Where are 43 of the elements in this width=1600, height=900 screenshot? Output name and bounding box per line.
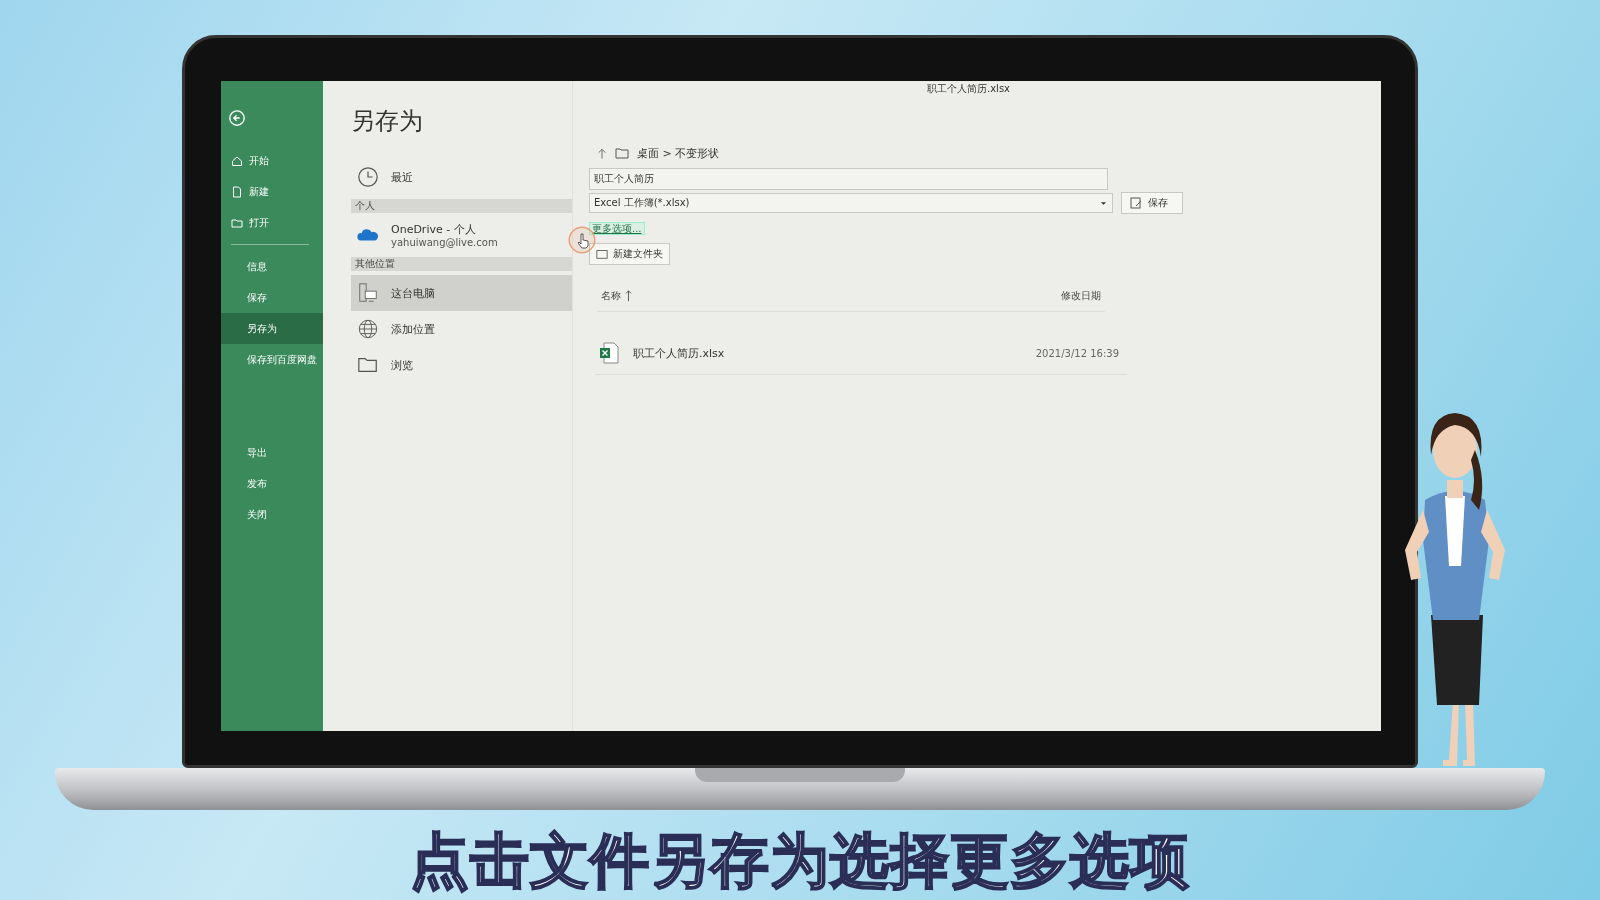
computer-icon — [357, 282, 379, 304]
up-arrow-icon[interactable] — [597, 146, 607, 160]
clock-icon — [357, 166, 379, 188]
breadcrumb[interactable]: 桌面 > 不变形状 — [637, 145, 720, 161]
location-item[interactable]: 最近 — [351, 159, 572, 195]
column-header[interactable]: 名称 — [601, 289, 621, 303]
sidebar-item[interactable]: 信息 — [221, 251, 323, 282]
sidebar-item[interactable]: 保存到百度网盘 — [221, 344, 323, 375]
excel-file-icon — [599, 342, 619, 364]
sidebar-item[interactable]: 保存 — [221, 282, 323, 313]
save-icon — [1130, 197, 1142, 209]
location-item[interactable]: OneDrive - 个人 yahuiwang@live.com — [351, 217, 572, 253]
location-item[interactable]: 这台电脑 — [351, 275, 572, 311]
sidebar-item[interactable]: 新建 — [221, 176, 323, 207]
sidebar-item[interactable]: 关闭 — [221, 499, 323, 530]
sidebar-item[interactable]: 开始 — [221, 145, 323, 176]
file-name-field[interactable]: 职工个人简历 — [589, 168, 1108, 190]
sidebar-item[interactable]: 导出 — [221, 437, 323, 468]
modified-date: 2021/3/12 16:39 — [1035, 347, 1119, 359]
location-item[interactable]: 浏览 — [351, 347, 572, 383]
subtitle: 点击文件另存为选择更多选项 — [410, 825, 1190, 897]
sort-arrow-icon — [625, 290, 632, 302]
more-options-link[interactable]: 更多选项... — [589, 222, 645, 235]
new-folder-button[interactable]: 新建文件夹 — [589, 243, 670, 265]
section-header: 其他位置 — [351, 257, 572, 271]
hand-cursor-icon — [577, 233, 589, 249]
section-header: 个人 — [351, 199, 572, 213]
file-name: 职工个人简历.xlsx — [633, 345, 725, 361]
column-header[interactable]: 修改日期 — [1061, 289, 1101, 303]
window-title: 职工个人简历.xlsx — [926, 82, 1011, 96]
location-item[interactable]: 添加位置 — [351, 311, 572, 347]
dropdown-caret-icon — [1100, 200, 1107, 206]
document-icon — [231, 185, 243, 198]
page-title: 另存为 — [351, 106, 424, 137]
globe-icon — [357, 318, 379, 340]
sidebar-item[interactable]: 另存为 — [221, 313, 323, 344]
sidebar-item[interactable]: 打开 — [221, 207, 323, 238]
file-type-dropdown[interactable]: Excel 工作簿(*.xlsx) — [589, 193, 1113, 213]
file-row[interactable]: 职工个人简历.xlsx 2021/3/12 16:39 — [595, 342, 1127, 375]
back-icon — [228, 109, 246, 127]
home-icon — [231, 154, 243, 167]
sidebar-item[interactable]: 发布 — [221, 468, 323, 499]
save-button[interactable]: 保存 — [1121, 192, 1183, 214]
